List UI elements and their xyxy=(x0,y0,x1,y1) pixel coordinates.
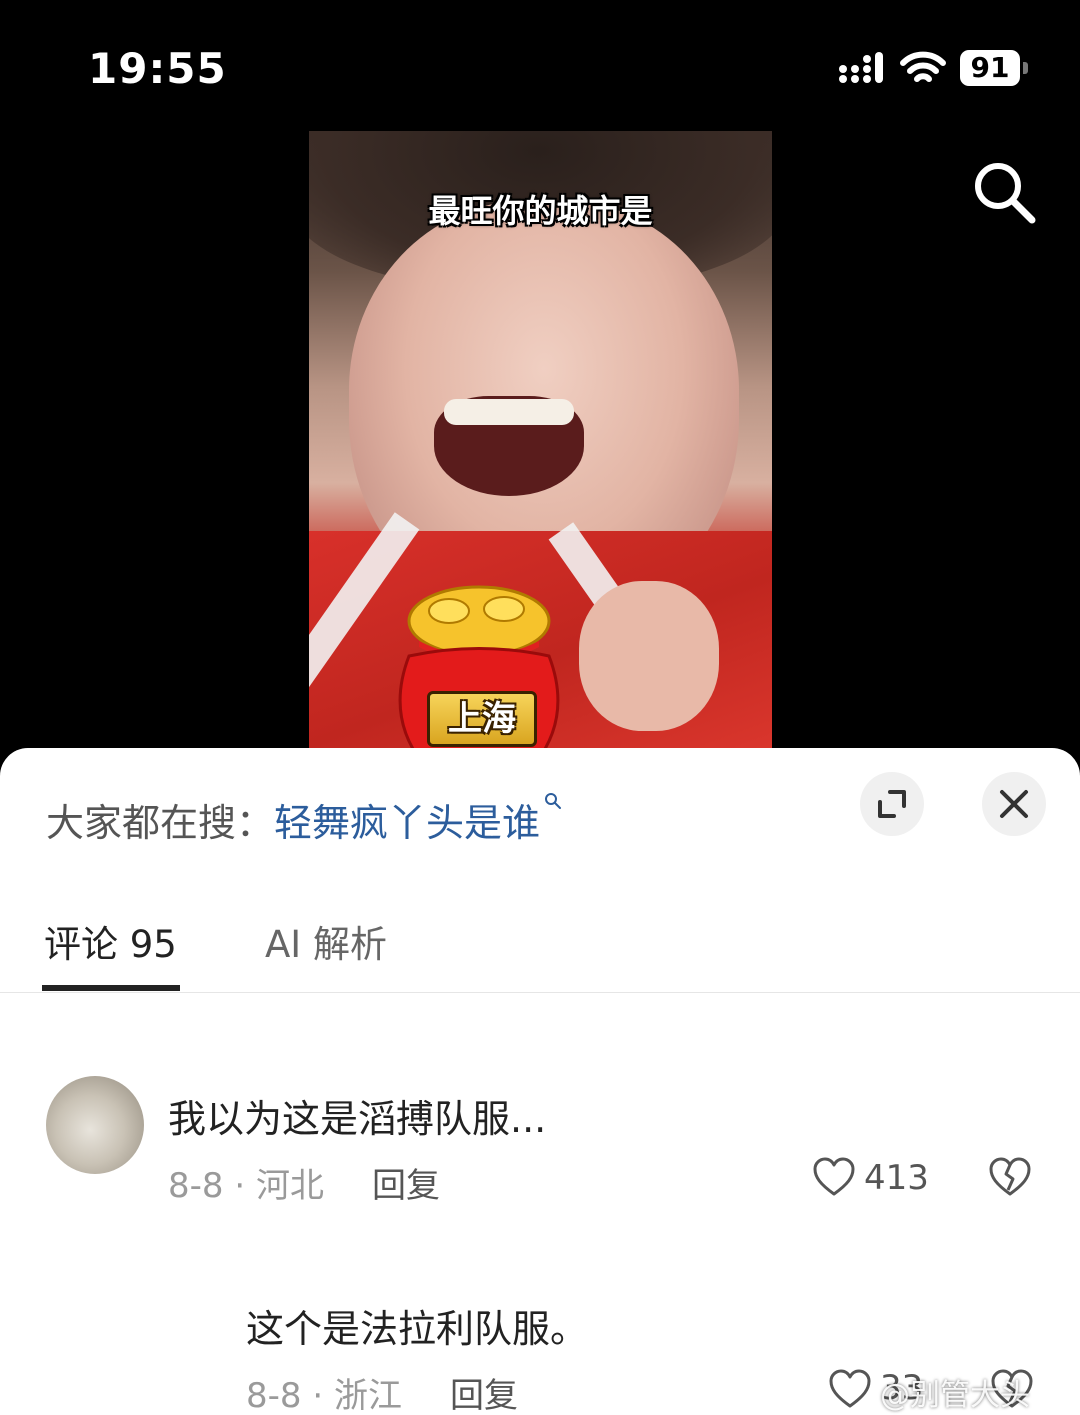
battery-level: 91 xyxy=(960,50,1020,86)
comment-text: 我以为这是滔搏队服... xyxy=(168,1097,547,1141)
search-icon xyxy=(545,793,562,809)
wifi-icon xyxy=(900,51,946,82)
money-bag-sticker: 上海 xyxy=(389,581,569,771)
battery-indicator: 91 xyxy=(960,50,1028,86)
close-icon xyxy=(1000,790,1028,818)
reply-button[interactable]: 回复 xyxy=(372,1158,440,1207)
avatar[interactable] xyxy=(46,1076,144,1174)
video-caption: 最旺你的城市是 xyxy=(428,192,653,230)
comment-meta: 8-8 · 河北 xyxy=(168,1166,324,1206)
search-icon[interactable] xyxy=(970,158,1040,228)
expand-icon xyxy=(878,790,906,818)
signal-icon xyxy=(839,52,883,83)
broken-heart-icon[interactable] xyxy=(988,1156,1032,1198)
status-bar: 19:55 91 xyxy=(0,0,1080,130)
money-bag-label: 上海 xyxy=(427,691,537,747)
reply-button[interactable]: 回复 xyxy=(450,1368,518,1415)
close-button[interactable] xyxy=(982,772,1046,836)
search-suggestion[interactable]: 大家都在搜：轻舞疯丫头是谁 xyxy=(46,792,562,847)
comment-meta: 8-8 · 浙江 xyxy=(246,1376,402,1415)
tab-bar: 评论 95 AI 解析 xyxy=(0,908,1080,993)
video-player[interactable]: 最旺你的城市是 上海 xyxy=(309,131,772,771)
comment-text: 这个是法拉利队服。 xyxy=(246,1307,589,1351)
video-hand xyxy=(579,581,719,731)
video-teeth xyxy=(444,399,574,425)
watermark: @别管大头 xyxy=(880,1378,1030,1413)
comment-sheet: 大家都在搜：轻舞疯丫头是谁 评论 95 AI 解析 我以为这是滔搏队服... 8… xyxy=(0,748,1080,1415)
active-tab-indicator xyxy=(42,985,180,991)
status-time: 19:55 xyxy=(88,44,227,93)
search-suggestion-query[interactable]: 轻舞疯丫头是谁 xyxy=(274,801,540,845)
tab-ai-analysis[interactable]: AI 解析 xyxy=(265,914,387,968)
tab-comments[interactable]: 评论 95 xyxy=(44,914,177,968)
search-suggestion-prefix: 大家都在搜： xyxy=(46,801,275,845)
heart-icon[interactable] xyxy=(828,1368,872,1410)
battery-tip xyxy=(1023,62,1028,74)
like-count: 413 xyxy=(864,1158,929,1198)
heart-icon[interactable] xyxy=(812,1156,856,1198)
expand-button[interactable] xyxy=(860,772,924,836)
